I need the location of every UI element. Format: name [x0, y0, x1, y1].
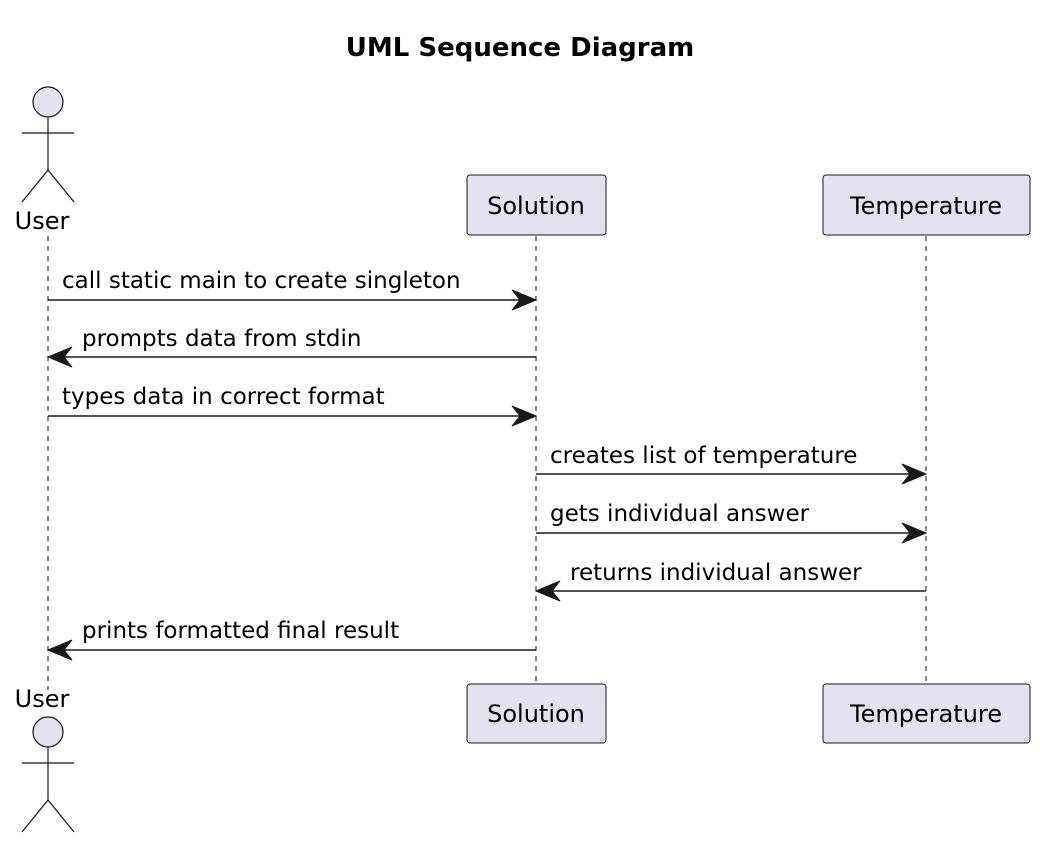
message-7: prints formatted final result [46, 618, 536, 661]
actor-user-bottom-label: User [15, 685, 70, 713]
message-2: prompts data from stdin [46, 326, 536, 368]
participant-solution-top: Solution [466, 174, 607, 236]
actor-user-bottom [21, 716, 75, 833]
message-1-label: call static main to create singleton [62, 268, 461, 294]
message-6-label: returns individual answer [570, 560, 862, 586]
actor-user-top-label: User [15, 207, 70, 235]
participant-temperature-top-label: Temperature [849, 192, 1002, 220]
message-1: call static main to create singleton [48, 268, 538, 311]
message-5: gets individual answer [536, 501, 928, 544]
participant-solution-top-label: Solution [487, 192, 585, 220]
participant-temperature-bottom-label: Temperature [849, 700, 1002, 728]
message-5-label: gets individual answer [550, 501, 810, 527]
actor-head-icon [32, 86, 64, 118]
message-3-label: types data in correct format [62, 384, 385, 410]
actor-user-top [21, 86, 75, 203]
participant-solution-bottom-label: Solution [487, 700, 585, 728]
sequence-diagram: UML Sequence Diagram User Solution Tempe… [15, 33, 1031, 833]
message-3: types data in correct format [48, 384, 538, 427]
participant-solution-bottom: Solution [466, 683, 607, 744]
message-2-label: prompts data from stdin [82, 326, 361, 352]
message-6: returns individual answer [534, 560, 926, 602]
participant-temperature-top: Temperature [822, 174, 1031, 236]
participant-temperature-bottom: Temperature [822, 683, 1031, 744]
message-7-label: prints formatted final result [82, 618, 399, 644]
actor-head-icon [32, 716, 64, 748]
message-4-label: creates list of temperature [550, 443, 857, 469]
message-4: creates list of temperature [536, 443, 928, 485]
diagram-title: UML Sequence Diagram [346, 33, 694, 63]
